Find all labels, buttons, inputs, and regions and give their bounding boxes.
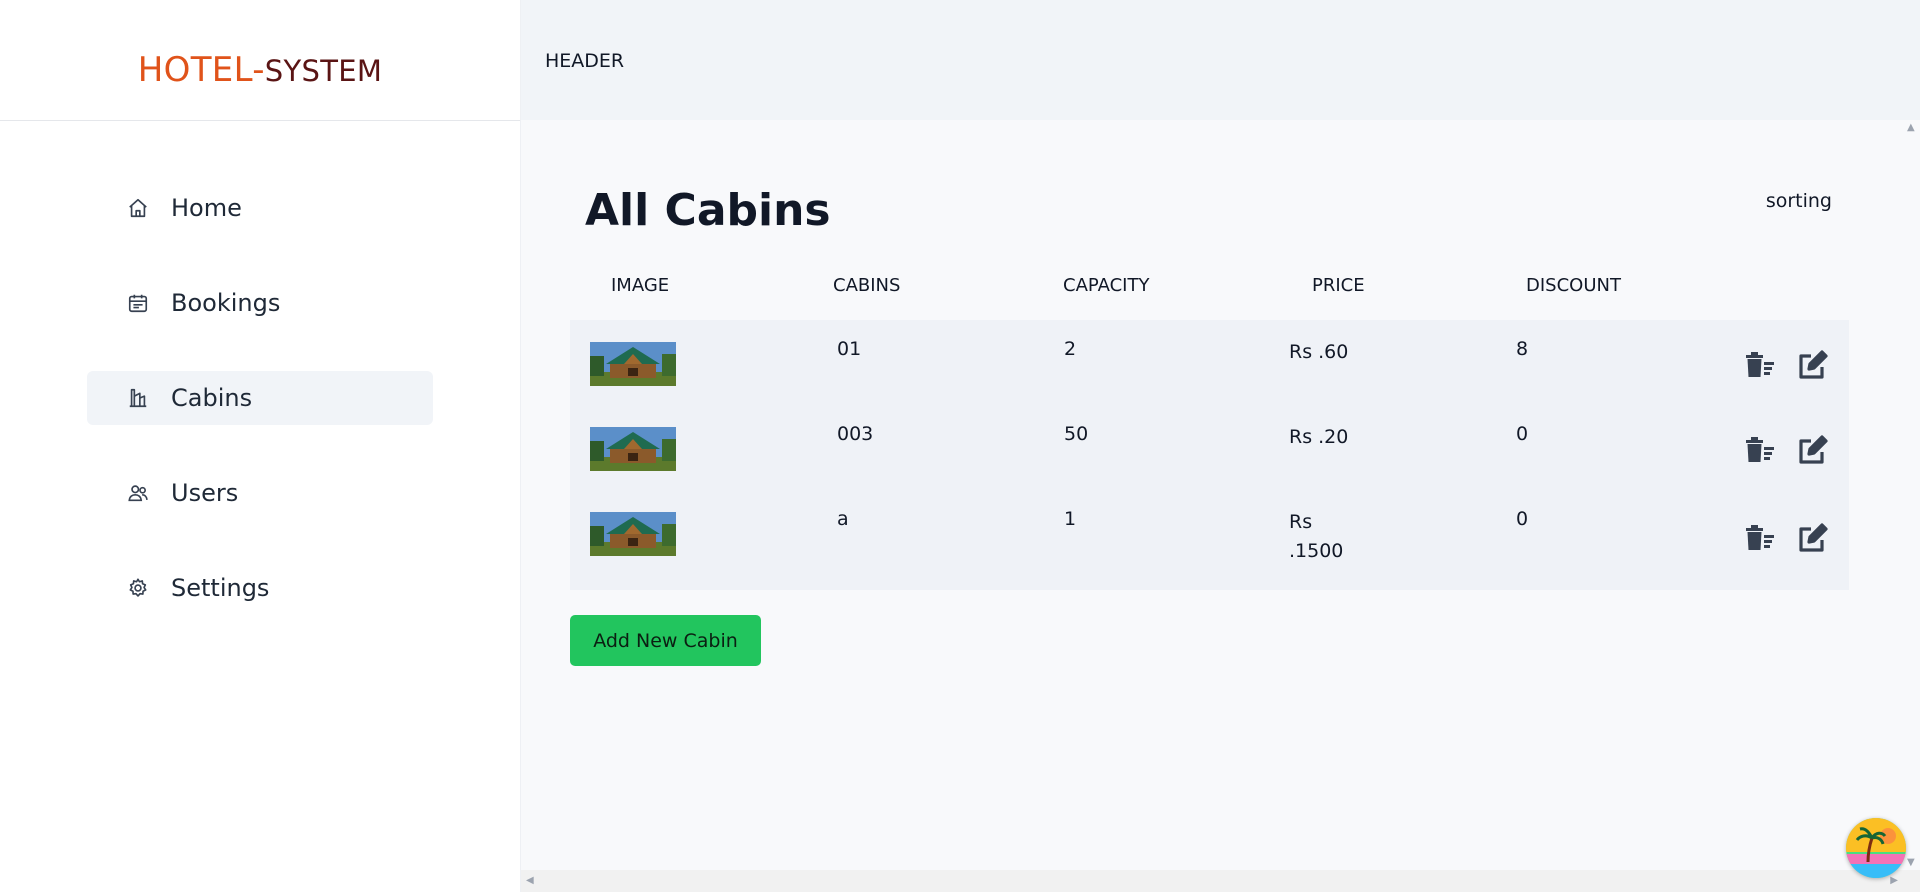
sidebar-item-label: Cabins <box>171 384 253 412</box>
cabin-discount: 0 <box>1516 508 1529 530</box>
cabin-capacity: 1 <box>1064 508 1077 530</box>
cabin-photo <box>590 342 676 386</box>
sidebar-item-cabins[interactable]: Cabins <box>87 371 433 425</box>
table-row: 01 2 Rs .60 8 <box>570 332 1849 412</box>
users-icon <box>127 482 149 504</box>
trash-icon <box>1746 437 1774 462</box>
edit-icon <box>1799 350 1828 379</box>
edit-button[interactable] <box>1795 522 1829 556</box>
sidebar-item-label: Bookings <box>171 289 281 317</box>
table-row: 003 50 Rs .20 0 <box>570 417 1849 497</box>
column-header-cabins: CABINS <box>833 275 901 296</box>
cabins-table: 01 2 Rs .60 8 003 50 Rs .20 0 a 1 Rs .15… <box>570 320 1849 590</box>
column-header-image: IMAGE <box>611 275 670 296</box>
page-title: All Cabins <box>585 185 831 236</box>
cabin-image <box>590 427 676 471</box>
header: HEADER <box>521 0 1920 120</box>
delete-button[interactable] <box>1742 522 1776 556</box>
column-header-capacity: CAPACITY <box>1063 275 1150 296</box>
sidebar: HOTEL-SYSTEM Home Bookings Cabins Users … <box>0 0 521 892</box>
trash-icon <box>1746 352 1774 377</box>
cabin-name: a <box>837 508 849 530</box>
cabin-image <box>590 512 676 556</box>
column-header-price: PRICE <box>1312 275 1365 296</box>
gear-icon <box>127 577 149 599</box>
logo-text-hotel: HOTEL- <box>137 50 265 90</box>
scroll-up-icon[interactable]: ▲ <box>1907 122 1915 133</box>
island-icon <box>1846 818 1906 878</box>
sidebar-item-users[interactable]: Users <box>87 466 433 520</box>
table-row: a 1 Rs .1500 0 <box>570 502 1849 582</box>
sidebar-item-label: Home <box>171 194 242 222</box>
building-icon <box>127 387 149 409</box>
trash-icon <box>1746 525 1774 550</box>
floating-widget[interactable] <box>1846 818 1906 878</box>
logo-text-system: SYSTEM <box>264 54 383 88</box>
cabin-price: Rs .20 <box>1289 426 1349 448</box>
edit-icon <box>1799 523 1828 552</box>
delete-button[interactable] <box>1742 434 1776 468</box>
cabin-capacity: 2 <box>1064 338 1077 360</box>
scroll-left-icon[interactable]: ◀ <box>526 875 534 886</box>
cabin-image <box>590 342 676 386</box>
cabin-photo <box>590 512 676 556</box>
sidebar-item-bookings[interactable]: Bookings <box>87 276 433 330</box>
cabin-discount: 8 <box>1516 338 1529 360</box>
delete-button[interactable] <box>1742 349 1776 383</box>
main-content: All Cabins sorting IMAGE CABINS CAPACITY… <box>521 120 1920 870</box>
cabin-name: 003 <box>837 423 874 445</box>
sidebar-item-home[interactable]: Home <box>87 181 433 235</box>
edit-button[interactable] <box>1795 349 1829 383</box>
sidebar-item-label: Settings <box>171 574 270 602</box>
sorting-control[interactable]: sorting <box>1766 190 1832 212</box>
cabin-photo <box>590 427 676 471</box>
vertical-scrollbar[interactable]: ▲ ▼ <box>1903 120 1920 870</box>
cabin-discount: 0 <box>1516 423 1529 445</box>
cabin-capacity: 50 <box>1064 423 1089 445</box>
calendar-icon <box>127 292 149 314</box>
cabin-price: Rs .60 <box>1289 341 1349 363</box>
horizontal-scrollbar[interactable]: ◀ ▶ <box>521 870 1920 892</box>
edit-icon <box>1799 435 1828 464</box>
edit-button[interactable] <box>1795 434 1829 468</box>
logo[interactable]: HOTEL-SYSTEM <box>0 0 520 121</box>
sidebar-item-label: Users <box>171 479 239 507</box>
sidebar-item-settings[interactable]: Settings <box>87 561 433 615</box>
sidebar-nav: Home Bookings Cabins Users Settings <box>87 181 433 656</box>
add-new-cabin-button[interactable]: Add New Cabin <box>570 615 761 666</box>
home-icon <box>127 197 149 219</box>
column-header-discount: DISCOUNT <box>1526 275 1621 296</box>
scroll-down-icon[interactable]: ▼ <box>1907 857 1915 868</box>
header-label: HEADER <box>545 50 625 72</box>
cabin-price: Rs .1500 <box>1289 511 1344 562</box>
cabin-name: 01 <box>837 338 862 360</box>
table-header: IMAGE CABINS CAPACITY PRICE DISCOUNT <box>569 275 1847 325</box>
scroll-right-icon[interactable]: ▶ <box>1890 875 1898 886</box>
